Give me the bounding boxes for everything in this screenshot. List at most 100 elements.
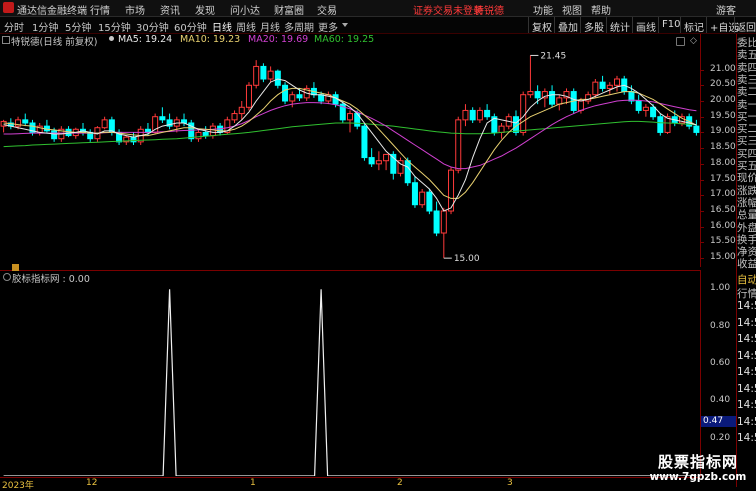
candle-body bbox=[346, 113, 354, 121]
sidebar-auto[interactable]: 自动 bbox=[737, 272, 756, 287]
price-tick: 16.50 bbox=[710, 205, 736, 215]
indicator-chart[interactable] bbox=[0, 280, 700, 476]
price-tick: 19.00 bbox=[710, 126, 736, 137]
btn-duogu[interactable]: 多股 bbox=[580, 17, 607, 34]
date-year: 2023年 bbox=[2, 481, 34, 491]
candle-body bbox=[419, 191, 426, 206]
candle-body bbox=[440, 210, 447, 234]
menu-gongneng[interactable]: 功能 bbox=[533, 2, 553, 17]
candle-body bbox=[245, 84, 252, 108]
btn-biaoji[interactable]: 标记 bbox=[680, 17, 707, 34]
btn-fuquan[interactable]: 复权 bbox=[528, 17, 555, 34]
watermark-url: www.7gpzb.com bbox=[649, 471, 747, 483]
current-stock-name: 特锐德 bbox=[474, 6, 504, 17]
candle-body bbox=[556, 97, 563, 105]
period-multi[interactable]: 多周期 bbox=[284, 19, 314, 34]
title-bar bbox=[0, 0, 756, 17]
menu-bangzhu[interactable]: 帮助 bbox=[591, 2, 611, 17]
candle-body bbox=[296, 94, 303, 99]
menu-wenxiaoda[interactable]: 问小达 bbox=[230, 2, 260, 17]
event-marker-icon[interactable] bbox=[12, 264, 19, 271]
candle-body bbox=[274, 70, 281, 86]
price-tick: 17.00 bbox=[710, 189, 736, 200]
candle-body bbox=[577, 100, 584, 111]
indicator-tick: 1.00 bbox=[710, 283, 731, 294]
menu-hangqing[interactable]: 行情 bbox=[90, 2, 110, 17]
period-30min[interactable]: 30分钟 bbox=[136, 19, 169, 34]
price-tick-mark bbox=[701, 226, 704, 228]
settings-dot-icon[interactable] bbox=[109, 36, 114, 41]
period-5min[interactable]: 5分钟 bbox=[65, 19, 91, 34]
candle-body bbox=[426, 191, 433, 212]
period-monthly[interactable]: 月线 bbox=[260, 19, 280, 34]
app-logo-icon bbox=[3, 2, 14, 13]
menu-zixun[interactable]: 资讯 bbox=[160, 2, 180, 17]
btn-tongji[interactable]: 统计 bbox=[606, 17, 633, 34]
ma20-line bbox=[3, 99, 697, 170]
sidebar-time: 14:5 bbox=[737, 399, 756, 411]
sidebar-market[interactable]: 行情 bbox=[737, 286, 756, 301]
candlestick-chart[interactable]: 21.45 15.00 bbox=[0, 46, 700, 266]
period-daily[interactable]: 日线 bbox=[212, 19, 232, 34]
candle-body bbox=[606, 84, 613, 89]
candle-body bbox=[549, 91, 556, 105]
candle-body bbox=[231, 113, 238, 121]
login-notice[interactable]: 证券交易未登录 bbox=[413, 2, 483, 17]
price-tick: 15.50 bbox=[710, 236, 736, 247]
candle-body bbox=[498, 125, 505, 133]
period-fenshi[interactable]: 分时 bbox=[4, 19, 24, 34]
period-60min[interactable]: 60分钟 bbox=[174, 19, 207, 34]
candle-body bbox=[693, 125, 700, 133]
btn-back[interactable]: 返回 bbox=[734, 17, 756, 33]
candle-body bbox=[368, 157, 375, 165]
candle-body bbox=[404, 160, 411, 184]
candle-body bbox=[469, 109, 476, 121]
menu-caifuquan[interactable]: 财富圈 bbox=[274, 2, 304, 17]
candle-body bbox=[534, 91, 541, 99]
close-panel-icon[interactable]: ◇ bbox=[690, 36, 697, 46]
menu-faxian[interactable]: 发现 bbox=[195, 2, 215, 17]
candle-body bbox=[159, 116, 166, 121]
sidebar-time: 14:5 bbox=[737, 300, 756, 312]
period-more[interactable]: 更多 bbox=[318, 19, 338, 34]
more-chevron-down-icon[interactable] bbox=[342, 23, 348, 27]
guest-label[interactable]: 游客 bbox=[716, 2, 736, 17]
menu-jiaoyi[interactable]: 交易 bbox=[317, 2, 337, 17]
sidebar-time: 14:5 bbox=[737, 316, 756, 329]
candle-body bbox=[657, 116, 664, 133]
price-tick: 16.00 bbox=[710, 220, 736, 231]
price-tick: 20.00 bbox=[710, 95, 736, 105]
ma20-label: MA20: 19.69 bbox=[248, 34, 309, 45]
candle-body bbox=[282, 84, 289, 102]
candle-body bbox=[375, 160, 382, 165]
indicator-axis bbox=[700, 270, 737, 477]
period-15min[interactable]: 15分钟 bbox=[98, 19, 131, 34]
candle-body bbox=[209, 125, 216, 137]
period-1min[interactable]: 1分钟 bbox=[32, 19, 58, 34]
price-tick: 20.50 bbox=[710, 79, 736, 90]
sidebar-time: 14:5 bbox=[737, 382, 756, 395]
sidebar-time: 14:5 bbox=[737, 366, 756, 378]
price-tick-mark bbox=[701, 163, 704, 165]
window-restore-icon[interactable] bbox=[676, 37, 685, 46]
indicator-tick: 0.80 bbox=[710, 320, 731, 331]
price-tick: 18.50 bbox=[710, 142, 736, 153]
ma60-label: MA60: 19.25 bbox=[314, 34, 375, 45]
candle-body bbox=[599, 81, 606, 89]
btn-diejia[interactable]: 叠加 bbox=[554, 17, 581, 34]
candle-body bbox=[592, 81, 599, 96]
ma10-label: MA10: 19.23 bbox=[180, 34, 241, 45]
btn-huaxian[interactable]: 画线 bbox=[632, 17, 659, 34]
candle-body bbox=[253, 65, 260, 86]
indicator-current-value: 0.47 bbox=[703, 416, 724, 426]
period-weekly[interactable]: 周线 bbox=[236, 19, 256, 34]
candle-body bbox=[202, 131, 209, 137]
ma10-line bbox=[3, 87, 697, 199]
price-tick: 19.50 bbox=[710, 110, 736, 121]
chart-menu-icon[interactable] bbox=[2, 36, 10, 44]
candle-body bbox=[462, 109, 469, 121]
price-tick-mark bbox=[701, 148, 704, 150]
watermark: 股票指标网 www.7gpzb.com bbox=[640, 454, 756, 487]
menu-shichang[interactable]: 市场 bbox=[125, 2, 145, 17]
menu-shitu[interactable]: 视图 bbox=[562, 2, 582, 17]
